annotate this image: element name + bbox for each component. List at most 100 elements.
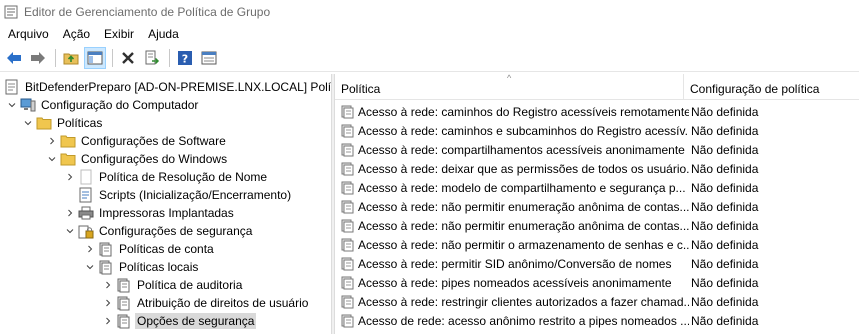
tree-item-config-seguranca[interactable]: Configurações de segurança: [64, 222, 254, 240]
forward-icon: [31, 52, 45, 64]
policy-name: Acesso à rede: caminhos do Registro aces…: [358, 104, 689, 119]
policy-setting: Não definida: [691, 218, 759, 233]
up-folder-button[interactable]: [60, 47, 82, 69]
tree-item-label: Políticas locais: [119, 260, 199, 274]
tree-item-politicas-conta[interactable]: Políticas de conta: [84, 240, 216, 258]
toolbar-separator: [55, 49, 56, 67]
app-icon: [4, 5, 18, 19]
delete-icon: [122, 52, 134, 64]
policy-setting: Não definida: [691, 161, 759, 176]
svg-text:?: ?: [182, 53, 188, 66]
chevron-down-icon[interactable]: [84, 261, 96, 273]
delete-button[interactable]: [117, 47, 139, 69]
menu-arquivo[interactable]: Arquivo: [0, 24, 56, 44]
table-row[interactable]: Acesso à rede: compartilhamentos acessív…: [335, 140, 859, 159]
policy-name: Acesso à rede: deixar que as permissões …: [358, 161, 689, 176]
tree-item-politica-auditoria[interactable]: Política de auditoria: [102, 276, 244, 294]
policy-setting: Não definida: [691, 142, 759, 157]
table-row[interactable]: Acesso à rede: caminhos e subcaminhos do…: [335, 121, 859, 140]
tree-item-label: Política de Resolução de Nome: [99, 170, 268, 184]
table-row[interactable]: Acesso à rede: pipes nomeados acessíveis…: [335, 273, 859, 292]
table-row[interactable]: Acesso à rede: deixar que as permissões …: [335, 159, 859, 178]
menu-exibir[interactable]: Exibir: [97, 24, 141, 44]
table-row[interactable]: Acesso à rede: não permitir enumeração a…: [335, 197, 859, 216]
tree-item-politicas-locais[interactable]: Políticas locais: [84, 258, 200, 276]
chevron-down-icon[interactable]: [64, 225, 76, 237]
column-header-setting[interactable]: Configuração de política: [684, 74, 859, 100]
folder-icon: [36, 115, 52, 131]
policy-name: Acesso à rede: permitir SID anônimo/Conv…: [358, 256, 672, 271]
policy-setting-icon: [341, 143, 355, 157]
tree-item-config-software[interactable]: Configurações de Software: [46, 132, 228, 150]
back-button[interactable]: [3, 47, 25, 69]
menu-ajuda[interactable]: Ajuda: [141, 24, 186, 44]
tree-item-politicas[interactable]: Políticas: [22, 114, 104, 132]
gpo-icon: [4, 79, 20, 95]
chevron-right-icon[interactable]: [46, 135, 58, 147]
show-hide-tree-icon: [87, 51, 103, 65]
chevron-right-icon[interactable]: [102, 297, 114, 309]
policy-setting: Não definida: [691, 294, 759, 309]
tree-item-label: Scripts (Inicialização/Encerramento): [99, 188, 292, 202]
chevron-right-icon[interactable]: [64, 207, 76, 219]
chevron-right-icon[interactable]: [102, 279, 114, 291]
document-icon: [78, 169, 94, 185]
table-row[interactable]: Acesso à rede: não permitir enumeração a…: [335, 216, 859, 235]
tree-item-atribuicao-direitos[interactable]: Atribuição de direitos de usuário: [102, 294, 310, 312]
table-row[interactable]: Acesso à rede: permitir SID anônimo/Conv…: [335, 254, 859, 273]
table-row[interactable]: Acesso à rede: restringir clientes autor…: [335, 292, 859, 311]
computer-icon: [20, 97, 36, 113]
chevron-right-icon[interactable]: [102, 315, 114, 327]
chevron-down-icon[interactable]: [46, 153, 58, 165]
policy-setting-icon: [341, 295, 355, 309]
policy-name: Acesso de rede: acesso anônimo restrito …: [358, 313, 689, 328]
chevron-down-icon[interactable]: [6, 99, 18, 111]
table-row[interactable]: Acesso à rede: não permitir o armazename…: [335, 235, 859, 254]
tree-item-config-windows[interactable]: Configurações do Windows: [46, 150, 229, 168]
table-row[interactable]: Acesso de rede: acesso anônimo restrito …: [335, 311, 859, 330]
tree-item-label: Atribuição de direitos de usuário: [137, 296, 309, 310]
up-folder-icon: [63, 53, 79, 65]
column-header-policy[interactable]: Política: [335, 74, 684, 100]
tree-item-label: Políticas: [57, 116, 103, 130]
tree-item-gpo-root[interactable]: BitDefenderPreparo [AD-ON-PREMISE.LNX.LO…: [4, 78, 331, 96]
export-list-button[interactable]: [141, 47, 163, 69]
window-title: Editor de Gerenciamento de Política de G…: [24, 5, 271, 19]
security-settings-icon: [78, 223, 94, 239]
table-row[interactable]: Acesso à rede: modelo de compartilhament…: [335, 178, 859, 197]
chevron-right-icon[interactable]: [64, 171, 76, 183]
policy-list[interactable]: ^ Política Configuração de política Aces…: [335, 74, 859, 334]
tree-item-label: Políticas de conta: [119, 242, 214, 256]
forward-button[interactable]: [27, 47, 49, 69]
printer-icon: [78, 205, 94, 221]
tree-item-computer-config[interactable]: Configuração do Computador: [6, 96, 200, 114]
toolbar-separator: [169, 49, 170, 67]
title-bar: Editor de Gerenciamento de Política de G…: [0, 0, 859, 24]
help-button[interactable]: ?: [174, 47, 196, 69]
tree-item-resolucao-nome[interactable]: Política de Resolução de Nome: [64, 168, 269, 186]
tree-item-scripts[interactable]: Scripts (Inicialização/Encerramento): [78, 186, 293, 204]
show-hide-tree-button[interactable]: [84, 47, 106, 69]
policy-setting: Não definida: [691, 199, 759, 214]
menu-acao[interactable]: Ação: [56, 24, 97, 44]
policy-icon: [116, 295, 132, 311]
policy-setting-icon: [341, 219, 355, 233]
table-row[interactable]: Acesso à rede: caminhos do Registro aces…: [335, 102, 859, 121]
script-icon: [78, 187, 94, 203]
tree-item-label: Configurações de Software: [81, 134, 226, 148]
policy-icon: [116, 313, 132, 329]
chevron-right-icon[interactable]: [84, 243, 96, 255]
policy-setting-icon: [341, 105, 355, 119]
policy-name: Acesso à rede: não permitir enumeração a…: [358, 218, 689, 233]
policy-setting: Não definida: [691, 180, 759, 195]
policy-setting-icon: [341, 238, 355, 252]
tree-item-label: Impressoras Implantadas: [99, 206, 234, 220]
tree-item-opcoes-seguranca[interactable]: Opções de segurança: [102, 312, 257, 330]
console-tree[interactable]: BitDefenderPreparo [AD-ON-PREMISE.LNX.LO…: [0, 74, 331, 334]
policy-setting: Não definida: [691, 256, 759, 271]
tree-item-impressoras[interactable]: Impressoras Implantadas: [64, 204, 236, 222]
list-header: ^ Política Configuração de política: [335, 74, 859, 100]
policy-name: Acesso à rede: não permitir enumeração a…: [358, 199, 689, 214]
properties-button[interactable]: [198, 47, 220, 69]
chevron-down-icon[interactable]: [22, 117, 34, 129]
